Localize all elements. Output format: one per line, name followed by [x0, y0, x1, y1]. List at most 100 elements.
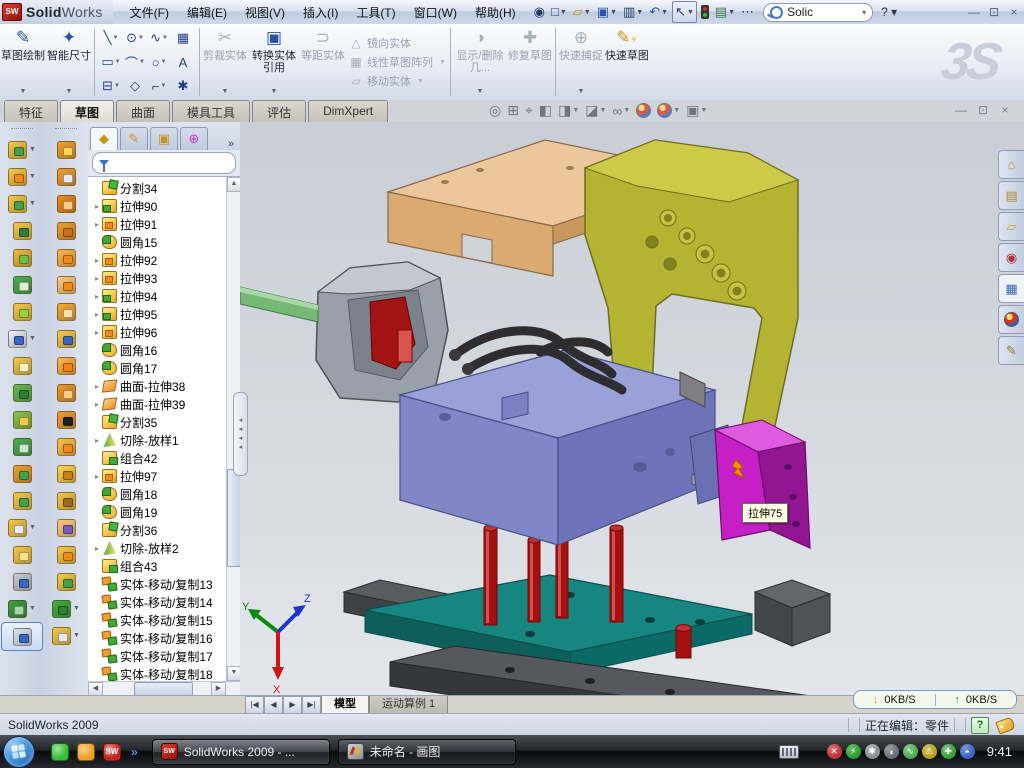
- tree-item-17[interactable]: 圆角18: [92, 485, 240, 503]
- select-arrow-icon[interactable]: ↖▼: [672, 1, 697, 23]
- model-part-gray-clamp[interactable]: [316, 262, 448, 402]
- tree-item-20[interactable]: ▸切除-放样2: [92, 539, 240, 557]
- curves-2-button[interactable]: ▼: [46, 622, 86, 649]
- keyboard-layout-icon[interactable]: [779, 745, 799, 759]
- tree-item-2[interactable]: ▸拉伸91: [92, 215, 240, 233]
- delete-face-button[interactable]: [46, 406, 86, 433]
- tree-item-5[interactable]: ▸拉伸93: [92, 269, 240, 287]
- tree-item-9[interactable]: 圆角16: [92, 341, 240, 359]
- scroll-right-arrow[interactable]: ▶: [211, 682, 226, 696]
- taskbar-window-1[interactable]: 未命名 - 画图: [338, 739, 516, 765]
- app-close-button[interactable]: ×: [1004, 1, 1024, 23]
- search-box[interactable]: Solic ▾: [763, 3, 873, 22]
- dimxpertmanager-tab[interactable]: ⊕: [180, 127, 208, 150]
- fillet-surface-button[interactable]: [46, 379, 86, 406]
- tree-item-19[interactable]: 分割36: [92, 521, 240, 539]
- shell-button[interactable]: [2, 352, 42, 379]
- panel-splitter-handle[interactable]: ◂◂◂◂: [233, 392, 248, 476]
- instant3d-button[interactable]: [1, 622, 43, 651]
- tree-item-26[interactable]: 实体-移动/复制17: [92, 647, 240, 665]
- file-explorer-tab[interactable]: ▱: [998, 212, 1024, 241]
- menu-item-5[interactable]: 窗口(W): [405, 1, 466, 24]
- linear-pattern-button-dropdown[interactable]: ▼: [29, 335, 36, 342]
- curves-2-button-dropdown[interactable]: ▼: [73, 632, 80, 639]
- scroll-down-arrow[interactable]: ▼: [227, 666, 240, 681]
- ellipse-tool[interactable]: ○▼: [147, 50, 171, 74]
- pin-icon[interactable]: ◉: [532, 2, 547, 22]
- save-icon-dropdown[interactable]: ▼: [610, 9, 617, 16]
- search-input[interactable]: Solic: [787, 5, 813, 19]
- circle-tool[interactable]: ⊙▼: [123, 26, 147, 50]
- text-tool[interactable]: A: [171, 50, 195, 74]
- smart-dimension-button[interactable]: ✦ 智能尺寸 ▼: [46, 24, 92, 100]
- menu-item-2[interactable]: 视图(V): [236, 1, 294, 24]
- reference-geometry-2-button-dropdown[interactable]: ▼: [73, 605, 80, 612]
- sketch-dropdown-icon[interactable]: ▼: [20, 86, 27, 100]
- undo-icon[interactable]: ↶▼: [647, 2, 670, 22]
- view-orientation-icon[interactable]: ◨▼: [558, 102, 579, 119]
- convert-entities-button[interactable]: ▣ 转换实体引用 ▼: [248, 24, 300, 100]
- arc-tool[interactable]: ⌒▼: [123, 50, 147, 74]
- expand-arrow-icon[interactable]: ▸: [92, 292, 102, 301]
- tree-item-15[interactable]: 组合42: [92, 449, 240, 467]
- extruded-boss-button-dropdown[interactable]: ▼: [29, 146, 36, 153]
- open-icon[interactable]: ▱▼: [571, 2, 593, 22]
- custom-properties-tab[interactable]: ✎: [998, 336, 1024, 365]
- expand-arrow-icon[interactable]: ▸: [92, 220, 102, 229]
- menu-item-0[interactable]: 文件(F): [121, 1, 178, 24]
- toolbar-drag-grip[interactable]: [55, 128, 77, 132]
- shaded-contours-tool[interactable]: ▦: [171, 26, 195, 50]
- expand-arrow-icon[interactable]: ▸: [92, 310, 102, 319]
- section-view-icon[interactable]: ◧: [539, 102, 552, 119]
- app-restore-button[interactable]: ⊡: [984, 1, 1004, 23]
- model-part-rail-block-right[interactable]: [755, 580, 830, 646]
- doc-nav-3[interactable]: ▶|: [302, 696, 321, 714]
- fillet-button[interactable]: ▼: [2, 190, 42, 217]
- slot-tool-dropdown[interactable]: ▼: [114, 83, 120, 89]
- select-arrow-icon-dropdown[interactable]: ▼: [687, 9, 694, 16]
- rapid-sketch-button[interactable]: ✎⚡ 快速草图: [604, 24, 650, 100]
- slot-tool[interactable]: ⊟▼: [99, 74, 123, 98]
- doc-minimize-button[interactable]: —: [950, 103, 972, 117]
- solidworks-quicklaunch-icon[interactable]: SW: [103, 743, 121, 761]
- zoom-to-area-icon[interactable]: ⊞: [507, 102, 519, 119]
- doc-restore-button[interactable]: ⊡: [972, 103, 994, 117]
- apply-scene-icon-dropdown[interactable]: ▼: [673, 107, 680, 114]
- spline-tool-dropdown[interactable]: ▼: [162, 35, 168, 41]
- arc-tool-dropdown[interactable]: ▼: [139, 59, 145, 65]
- point-tool[interactable]: ✱: [171, 74, 195, 98]
- shut-off-surface-button[interactable]: [46, 487, 86, 514]
- tab-DimXpert[interactable]: DimXpert: [308, 100, 388, 123]
- defender-tray-icon[interactable]: ✚: [941, 744, 956, 759]
- model-part-cavity-block[interactable]: [400, 331, 718, 545]
- tree-item-8[interactable]: ▸拉伸96: [92, 323, 240, 341]
- antivirus-alert-tray-icon[interactable]: ✕: [827, 744, 842, 759]
- save-icon[interactable]: ▣▼: [595, 2, 619, 22]
- tree-item-6[interactable]: ▸拉伸94: [92, 287, 240, 305]
- tree-item-13[interactable]: 分割35: [92, 413, 240, 431]
- print-icon[interactable]: ▥▼: [621, 2, 645, 22]
- extruded-boss-button[interactable]: ▼: [2, 136, 42, 163]
- configurationmanager-tab[interactable]: ▣: [150, 127, 178, 150]
- network-warning-tray-icon[interactable]: ⚠: [922, 744, 937, 759]
- mirror-button[interactable]: [2, 406, 42, 433]
- model-part-green-rod[interactable]: [240, 287, 318, 322]
- replace-face-button[interactable]: [46, 433, 86, 460]
- toolbar-drag-grip[interactable]: [11, 128, 33, 132]
- curves-button-dropdown[interactable]: ▼: [29, 605, 36, 612]
- lofted-boss-button[interactable]: [2, 271, 42, 298]
- tree-item-12[interactable]: ▸曲面-拉伸39: [92, 395, 240, 413]
- help-button[interactable]: ? ▾: [881, 5, 897, 19]
- expand-arrow-icon[interactable]: ▸: [92, 256, 102, 265]
- doc-nav-2[interactable]: ▶: [283, 696, 302, 714]
- taskbar-window-0[interactable]: SWSolidWorks 2009 - ...: [152, 739, 330, 765]
- polygon-tool[interactable]: ◇: [123, 74, 147, 98]
- quick-snaps-button[interactable]: ⊕ 快速捕捉 ▼: [558, 24, 604, 100]
- scroll-left-arrow[interactable]: ◀: [88, 682, 103, 696]
- feature-filter-input[interactable]: [92, 152, 236, 174]
- apply-scene-icon[interactable]: ▼: [657, 103, 680, 118]
- expand-arrow-icon[interactable]: ▸: [92, 400, 102, 409]
- doc-tab-模型[interactable]: 模型: [321, 696, 369, 714]
- view-palette-tab[interactable]: ▦: [998, 274, 1024, 303]
- hide-show-items-icon-dropdown[interactable]: ▼: [623, 107, 630, 114]
